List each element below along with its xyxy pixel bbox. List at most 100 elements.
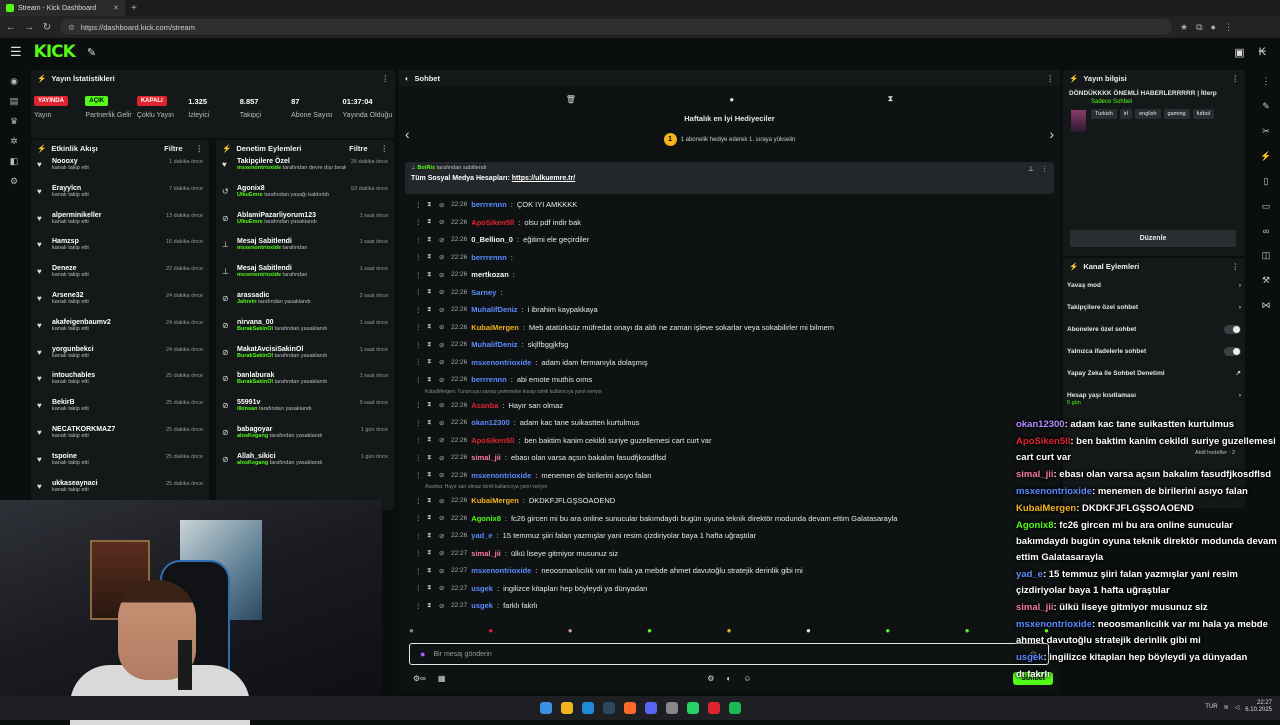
wifi-icon[interactable]: ≋ [1224,704,1229,711]
chat-menu-icon[interactable]: ⋮ [1047,74,1055,83]
timeout-icon[interactable]: ⧗ [427,584,435,592]
chat-message[interactable]: ⋮ ⧗ ⊘ 22:26 MuhalifDeniz: i ibrahim kaypakkay… [415,301,1050,319]
chat-emote-icon[interactable]: ☺ [743,674,751,683]
activity-item[interactable]: ♥ tspoine kanalı takip etti 25 dakika önce [31,451,209,478]
chat-settings-icon[interactable]: ⚙ [707,674,714,683]
pin-message-icon[interactable]: ⋮ [415,419,423,427]
calendar-icon[interactable]: ▦ [438,674,446,683]
doc-icon[interactable]: ▯ [1264,176,1269,187]
steam-icon[interactable] [602,702,615,714]
monetization-icon[interactable]: ◧ [10,156,19,167]
stream-tag[interactable]: irl [1119,109,1133,119]
moderation-menu-icon[interactable]: ⋮ [381,144,389,153]
stream-category[interactable]: Sadece Sohbet [1091,99,1245,105]
bookmark-star-icon[interactable]: ★ [1180,22,1188,33]
ban-icon[interactable]: ⊘ [439,341,447,349]
message-user[interactable]: usgek [471,601,493,610]
activity-item[interactable]: ♥ Noooxy kanalı takip etti 1 dakika önce [31,156,209,183]
message-user[interactable]: berrrennn [471,375,506,384]
pin-message-icon[interactable]: ⋮ [415,436,423,444]
pin-message-icon[interactable]: ⋮ [415,253,423,261]
stream-tag[interactable]: futbol [1192,109,1215,119]
ban-icon[interactable]: ⊘ [439,567,447,575]
timeout-icon[interactable]: ⧗ [427,454,435,462]
settings-toggle-icon[interactable]: ⚙∞ [413,674,426,683]
ban-icon[interactable]: ⊘ [439,218,447,226]
pin-message-icon[interactable]: ⋮ [415,271,423,279]
stream-tag[interactable]: Turkish [1091,109,1117,119]
ban-icon[interactable]: ⊘ [439,236,447,244]
moderation-item[interactable]: ⊘ 55991v ilkinsan tarafından yasaklandı 9 s… [216,397,394,424]
more-icon[interactable]: ⋮ [1262,76,1271,87]
activity-item[interactable]: ♥ Erayylcn kanalı takip etti 7 dakika önce [31,183,209,210]
timeout-icon[interactable]: ⧗ [427,253,435,261]
spotify-icon[interactable] [728,702,741,714]
timeout-icon[interactable]: ⧗ [427,358,435,366]
message-user[interactable]: Agonix8 [471,514,501,523]
pin-message-icon[interactable]: ⋮ [415,376,423,384]
toggle-switch[interactable] [1224,346,1241,356]
emote-icon[interactable]: ● [965,626,970,635]
message-user[interactable]: KubaiMergen [471,496,519,505]
channel-action[interactable]: Takipçilere özel sohbet › [1063,296,1245,318]
moderation-item[interactable]: ⊥ Mesaj Sabitlendi msxenontrioxide tarafın… [216,263,394,290]
message-user[interactable]: 0_Bellion_0 [471,235,513,244]
external-link-icon[interactable]: ↗ [1236,369,1241,377]
pin-message-icon[interactable]: ⋮ [415,549,423,557]
pin-message-icon[interactable]: ⋮ [415,323,423,331]
info-menu-icon[interactable]: ⋮ [1232,74,1240,83]
ban-icon[interactable]: ⊘ [439,549,447,557]
chat-message[interactable]: ⋮ ⧗ ⊘ 22:26 msxenontrioxide: adam idam ferman… [415,354,1050,372]
message-user[interactable]: MuhalifDeniz [471,305,517,314]
emote-icon[interactable]: ● [885,626,890,635]
ban-icon[interactable]: ⊘ [439,401,447,409]
channel-action[interactable]: Yavaş mod › [1063,274,1245,296]
emote-icon[interactable]: ● [806,626,811,635]
pin-message-icon[interactable]: ⋮ [415,497,423,505]
toggle-switch[interactable] [1224,324,1241,334]
emote-icon[interactable]: ● [409,626,414,635]
ban-icon[interactable]: ⊘ [439,454,447,462]
chat-message[interactable]: ⋮ ⧗ ⊘ 22:26 Sarney: [415,284,1050,302]
ban-icon[interactable]: ⊘ [439,376,447,384]
moderation-item[interactable]: ↺ Agonix8 UlkuEmre tarafından yasağı kaldı… [216,183,394,210]
chevron-right-icon[interactable]: › [1239,392,1241,399]
chat-message[interactable]: ⋮ ⧗ ⊘ 22:26 mertkozan: [415,266,1050,284]
extensions-icon[interactable]: ⧉ [1196,22,1202,33]
channel-action[interactable]: Yapay Zeka ile Sohbet Denetimi ↗ [1063,362,1245,384]
gifters-next-icon[interactable]: › [1049,126,1054,142]
moderation-item[interactable]: ⊘ nirvana_00 BurakSakinOl tarafından yasak… [216,317,394,344]
hamburger-menu-icon[interactable]: ☰ [10,44,22,60]
message-user[interactable]: ApoSiken5ll [471,218,514,227]
reload-icon[interactable]: ↻ [42,22,52,33]
message-user[interactable]: Asanba [471,401,498,410]
pin-message-icon[interactable]: ⋮ [415,514,423,522]
emote-icon[interactable]: ● [568,626,573,635]
moderation-item[interactable]: ⊘ AblamiPazarliyorum123 UlkuEmre tarafında… [216,210,394,237]
wrench-icon[interactable]: ⚒ [1262,275,1270,286]
chat-message[interactable]: ⋮ ⧗ ⊘ 22:26 simal_jii: ebası olan varsa açsın… [415,449,1050,467]
chevron-right-icon[interactable]: › [1239,282,1241,289]
message-user[interactable]: KubaiMergen [471,323,519,332]
message-user[interactable]: msxenontrioxide [471,566,531,575]
edge-icon[interactable] [581,702,594,714]
whatsapp-icon[interactable] [686,702,699,714]
timeout-icon[interactable]: ⧗ [427,567,435,575]
pin-message-icon[interactable]: ⋮ [415,201,423,209]
split-icon[interactable]: ◫ [1262,250,1271,261]
message-user[interactable]: ApoSiken5ll [471,436,514,445]
message-user[interactable]: MuhalifDeniz [471,340,517,349]
chat-message[interactable]: ⋮ ⧗ ⊘ 22:26 okan12300: adam kac tane suikastt… [415,414,1050,432]
timeout-icon[interactable]: ⧗ [427,376,435,384]
chat-message[interactable]: ⋮ ⧗ ⊘ 22:26 msxenontrioxide: menemen de biril… [415,467,1050,485]
timeout-icon[interactable]: ⧗ [427,602,435,610]
edit-stream-button[interactable]: Düzenle [1070,230,1236,247]
pinned-message[interactable]: ⊥ BotRix tarafından sabitlendi Tüm Sosya… [405,162,1054,194]
moderation-item[interactable]: ⊘ Allah_sikici alosKegang tarafından yasak… [216,451,394,478]
chat-message[interactable]: ⋮ ⧗ ⊘ 22:27 msxenontrioxide: neoosmanlıcılık … [415,562,1050,580]
chrome-icon[interactable] [707,702,720,714]
timeout-icon[interactable]: ⧗ [427,341,435,349]
stream-tag[interactable]: english [1135,109,1161,119]
ban-icon[interactable]: ⊘ [439,323,447,331]
kick-logo[interactable]: KICK [34,42,76,62]
